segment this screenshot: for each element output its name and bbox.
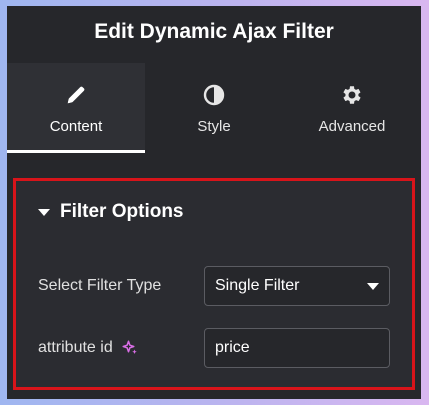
filter-type-value: Single Filter	[215, 277, 300, 294]
attribute-id-label: attribute id	[38, 339, 113, 356]
section-title: Filter Options	[60, 201, 184, 222]
attribute-id-value: price	[215, 339, 250, 356]
filter-type-select[interactable]: Single Filter	[204, 266, 390, 306]
filter-type-label: Select Filter Type	[38, 277, 162, 294]
attribute-id-input[interactable]: price	[204, 328, 390, 368]
half-circle-icon	[201, 82, 227, 108]
filter-options-section: Filter Options Select Filter Type Single…	[13, 178, 415, 390]
content-area: Filter Options Select Filter Type Single…	[7, 153, 421, 399]
tab-style-label: Style	[197, 117, 231, 135]
pencil-icon	[63, 82, 89, 108]
panel-title: Edit Dynamic Ajax Filter	[94, 20, 334, 43]
tab-style[interactable]: Style	[145, 63, 283, 153]
caret-down-icon	[38, 208, 50, 216]
editor-panel: Edit Dynamic Ajax Filter Content Style A…	[7, 6, 421, 399]
tab-advanced-label: Advanced	[318, 117, 386, 135]
attribute-id-row: attribute id price	[38, 328, 390, 368]
gear-icon	[339, 82, 365, 108]
tab-advanced[interactable]: Advanced	[283, 63, 421, 153]
sparkle-icon[interactable]	[121, 339, 139, 357]
filter-type-row: Select Filter Type Single Filter	[38, 266, 390, 306]
section-header[interactable]: Filter Options	[38, 201, 184, 223]
tab-bar: Content Style Advanced	[7, 63, 421, 153]
tab-content[interactable]: Content	[7, 63, 145, 153]
attribute-id-label-wrap: attribute id	[38, 339, 204, 357]
chevron-down-icon	[367, 282, 379, 290]
tab-content-label: Content	[49, 117, 103, 135]
